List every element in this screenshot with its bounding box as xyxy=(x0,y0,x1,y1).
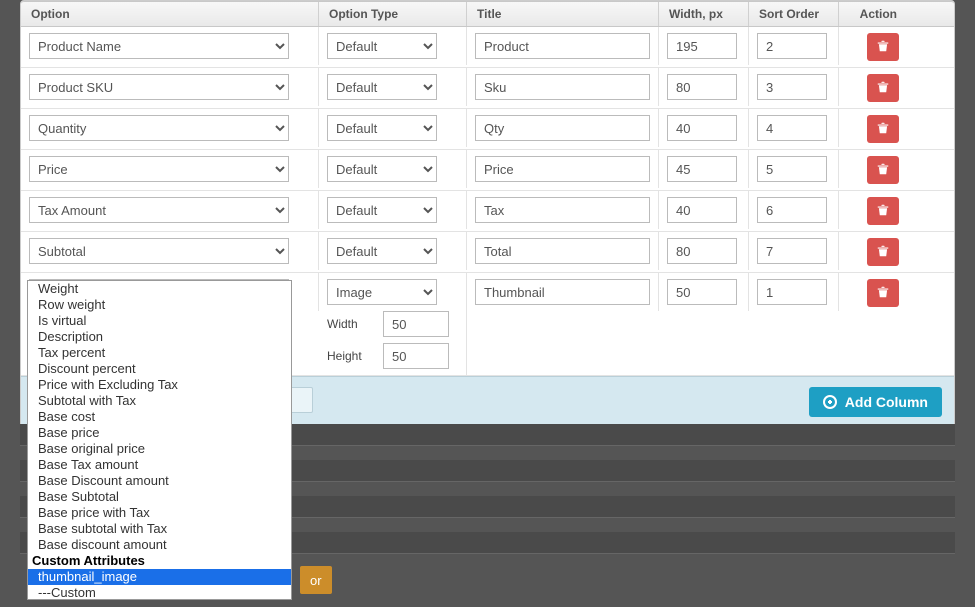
listbox-option[interactable]: Description xyxy=(28,329,291,345)
editor-button-fragment: or xyxy=(300,566,332,594)
sort-order-input[interactable] xyxy=(757,115,827,141)
listbox-option[interactable]: Base Tax amount xyxy=(28,457,291,473)
title-input[interactable] xyxy=(475,115,650,141)
listbox-option[interactable]: Base Subtotal xyxy=(28,489,291,505)
width-input[interactable] xyxy=(667,115,737,141)
title-input[interactable] xyxy=(475,279,650,305)
listbox-option[interactable]: Weight xyxy=(28,281,291,297)
delete-row-button[interactable] xyxy=(867,115,899,143)
sort-order-input[interactable] xyxy=(757,238,827,264)
listbox-option[interactable]: Base discount amount xyxy=(28,537,291,553)
header-title: Title xyxy=(467,2,659,26)
trash-icon xyxy=(876,80,890,97)
delete-row-button[interactable] xyxy=(867,33,899,61)
add-column-label: Add Column xyxy=(845,394,928,410)
sort-order-input[interactable] xyxy=(757,279,827,305)
editor-button-truncated[interactable]: or xyxy=(300,566,332,594)
delete-row-button[interactable] xyxy=(867,197,899,225)
listbox-option[interactable]: Is virtual xyxy=(28,313,291,329)
listbox-optgroup: Custom Attributes xyxy=(28,553,291,569)
option-select[interactable]: Price xyxy=(29,156,289,182)
grid-header-row: Option Option Type Title Width, px Sort … xyxy=(21,1,954,27)
delete-row-button[interactable] xyxy=(867,238,899,266)
listbox-option[interactable]: ---Custom xyxy=(28,585,291,600)
listbox-option[interactable]: Price with Excluding Tax xyxy=(28,377,291,393)
listbox-option[interactable]: Subtotal with Tax xyxy=(28,393,291,409)
listbox-option[interactable]: Base Discount amount xyxy=(28,473,291,489)
trash-icon xyxy=(876,244,890,261)
listbox-option[interactable]: Base cost xyxy=(28,409,291,425)
listbox-option[interactable]: thumbnail_image xyxy=(28,569,291,585)
trash-icon xyxy=(876,285,890,302)
delete-row-button[interactable] xyxy=(867,279,899,307)
title-input[interactable] xyxy=(475,238,650,264)
table-row: Quantity Default xyxy=(21,109,954,150)
sort-order-input[interactable] xyxy=(757,156,827,182)
option-select[interactable]: Quantity xyxy=(29,115,289,141)
image-height-label: Height xyxy=(327,349,375,363)
trash-icon xyxy=(876,39,890,56)
option-type-select[interactable]: Default xyxy=(327,74,437,100)
delete-row-button[interactable] xyxy=(867,74,899,102)
header-action: Action xyxy=(839,2,907,26)
header-sort: Sort Order xyxy=(749,2,839,26)
width-input[interactable] xyxy=(667,74,737,100)
option-select-listbox[interactable]: WeightRow weightIs virtualDescriptionTax… xyxy=(27,280,292,600)
listbox-option[interactable]: Base subtotal with Tax xyxy=(28,521,291,537)
table-row: Product SKU Default xyxy=(21,68,954,109)
option-select[interactable]: Tax Amount xyxy=(29,197,289,223)
trash-icon xyxy=(876,162,890,179)
width-input[interactable] xyxy=(667,238,737,264)
option-type-select[interactable]: Default xyxy=(327,156,437,182)
option-type-select[interactable]: Default xyxy=(327,115,437,141)
sort-order-input[interactable] xyxy=(757,197,827,223)
width-input[interactable] xyxy=(667,279,737,305)
option-type-select[interactable]: Default xyxy=(327,33,437,59)
table-row: Tax Amount Default xyxy=(21,191,954,232)
header-option: Option xyxy=(21,2,319,26)
table-row: Price Default xyxy=(21,150,954,191)
delete-row-button[interactable] xyxy=(867,156,899,184)
option-type-select[interactable]: Default xyxy=(327,197,437,223)
option-select[interactable]: Subtotal xyxy=(29,238,289,264)
option-select[interactable]: Product Name xyxy=(29,33,289,59)
sort-order-input[interactable] xyxy=(757,33,827,59)
listbox-option[interactable]: Discount percent xyxy=(28,361,291,377)
add-column-button[interactable]: Add Column xyxy=(809,387,942,417)
listbox-option[interactable]: Base price xyxy=(28,425,291,441)
header-option-type: Option Type xyxy=(319,2,467,26)
width-input[interactable] xyxy=(667,197,737,223)
trash-icon xyxy=(876,121,890,138)
listbox-option[interactable]: Tax percent xyxy=(28,345,291,361)
table-row: Product Name Default xyxy=(21,27,954,68)
sort-order-input[interactable] xyxy=(757,74,827,100)
width-input[interactable] xyxy=(667,156,737,182)
option-select[interactable]: Product SKU xyxy=(29,74,289,100)
listbox-option[interactable]: Base price with Tax xyxy=(28,505,291,521)
trash-icon xyxy=(876,203,890,220)
title-input[interactable] xyxy=(475,33,650,59)
image-width-label: Width xyxy=(327,317,375,331)
image-height-input[interactable] xyxy=(383,343,449,369)
title-input[interactable] xyxy=(475,74,650,100)
title-input[interactable] xyxy=(475,156,650,182)
option-type-select[interactable]: Default xyxy=(327,238,437,264)
listbox-option[interactable]: Row weight xyxy=(28,297,291,313)
header-width: Width, px xyxy=(659,2,749,26)
image-width-input[interactable] xyxy=(383,311,449,337)
plus-icon xyxy=(823,395,837,409)
width-input[interactable] xyxy=(667,33,737,59)
listbox-option[interactable]: Base original price xyxy=(28,441,291,457)
title-input[interactable] xyxy=(475,197,650,223)
table-row: Subtotal Default xyxy=(21,232,954,273)
option-type-select[interactable]: Image xyxy=(327,279,437,305)
